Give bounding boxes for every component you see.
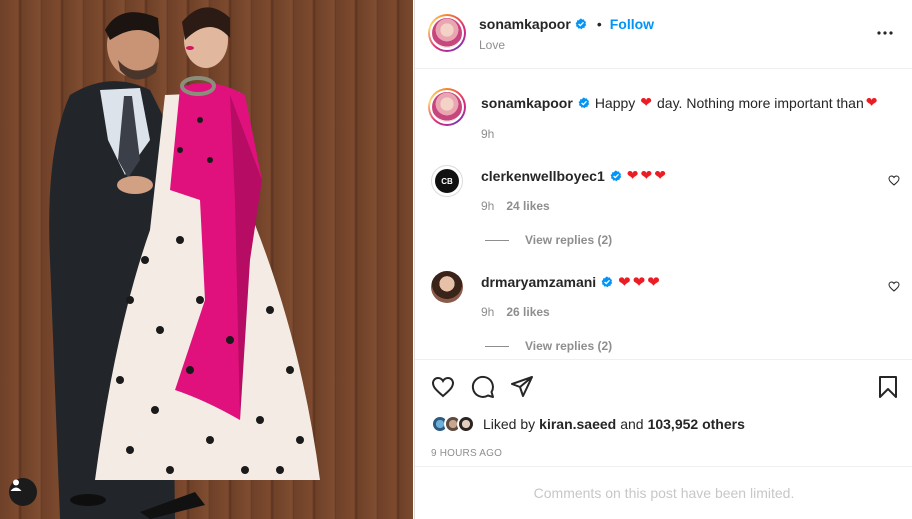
commenter-username[interactable]: drmaryamzamani — [481, 274, 596, 290]
verified-badge-icon — [610, 170, 621, 181]
verified-badge-icon — [601, 276, 613, 288]
caption-text-end: day. Nothing more important than — [657, 94, 864, 111]
post-header: sonamkapoor • Follow Love — [415, 0, 912, 69]
liked-by-user[interactable]: kiran.saeed — [539, 416, 616, 432]
comment-text: ❤❤❤ — [618, 274, 662, 291]
verified-badge-icon — [575, 18, 587, 30]
couple-photo-illustration — [49, 7, 320, 519]
comments-limited-notice: Comments on this post have been limited. — [415, 466, 912, 519]
verified-badge-icon — [578, 97, 590, 108]
commenter-username[interactable]: clerkenwellboyec1 — [481, 168, 605, 184]
post-actions-section: Liked by kiran.saeed and 103,952 others … — [415, 359, 912, 466]
more-horizontal-icon[interactable] — [877, 30, 893, 36]
comment-icon[interactable] — [471, 375, 495, 399]
separator-dot: • — [596, 16, 602, 32]
save-bookmark-icon[interactable] — [878, 376, 898, 398]
comment-likes[interactable]: 24 likes — [506, 199, 549, 213]
post-photo[interactable] — [0, 0, 413, 519]
post-timestamp[interactable]: 9 HOURS AGO — [431, 448, 502, 459]
tagged-users-button[interactable] — [9, 478, 37, 506]
view-replies-button[interactable]: View replies (2) — [485, 233, 612, 247]
author-username[interactable]: sonamkapoor — [479, 16, 571, 32]
like-heart-icon[interactable] — [431, 376, 455, 398]
caption-time[interactable]: 9h — [481, 127, 494, 141]
caption-heart-emoji: ❤ — [640, 94, 653, 110]
comment-like-heart-icon[interactable] — [888, 281, 900, 292]
comment-like-heart-icon[interactable] — [888, 175, 900, 186]
liked-by-row: Liked by kiran.saeed and 103,952 others — [431, 415, 745, 433]
caption-author-avatar[interactable] — [428, 88, 466, 126]
caption-heart-emoji-end: ❤ — [865, 94, 878, 110]
comment-text: ❤❤❤ — [626, 167, 668, 183]
view-replies-button[interactable]: View replies (2) — [485, 339, 612, 353]
comments-limited-text: Comments on this post have been limited. — [533, 485, 795, 501]
location-label[interactable]: Love — [479, 38, 505, 52]
post-details-panel: sonamkapoor • Follow Love sonamkapoor Ha… — [414, 0, 912, 519]
commenter-avatar[interactable]: CB — [431, 165, 463, 197]
caption-author-username[interactable]: sonamkapoor — [481, 95, 573, 111]
share-send-icon[interactable] — [511, 376, 533, 398]
user-icon — [10, 479, 22, 491]
comment-likes[interactable]: 26 likes — [506, 305, 549, 319]
liker-avatar[interactable] — [457, 415, 475, 433]
liked-by-prefix: Liked by — [483, 416, 536, 432]
liked-by-and: and — [620, 416, 644, 432]
comment-time[interactable]: 9h — [481, 199, 494, 213]
commenter-avatar[interactable] — [431, 271, 463, 303]
author-avatar[interactable] — [428, 14, 466, 52]
caption-text-start: Happy — [594, 94, 636, 111]
liked-by-others-count[interactable]: 103,952 others — [648, 416, 745, 432]
follow-button[interactable]: Follow — [610, 16, 654, 32]
comment-time[interactable]: 9h — [481, 305, 494, 319]
